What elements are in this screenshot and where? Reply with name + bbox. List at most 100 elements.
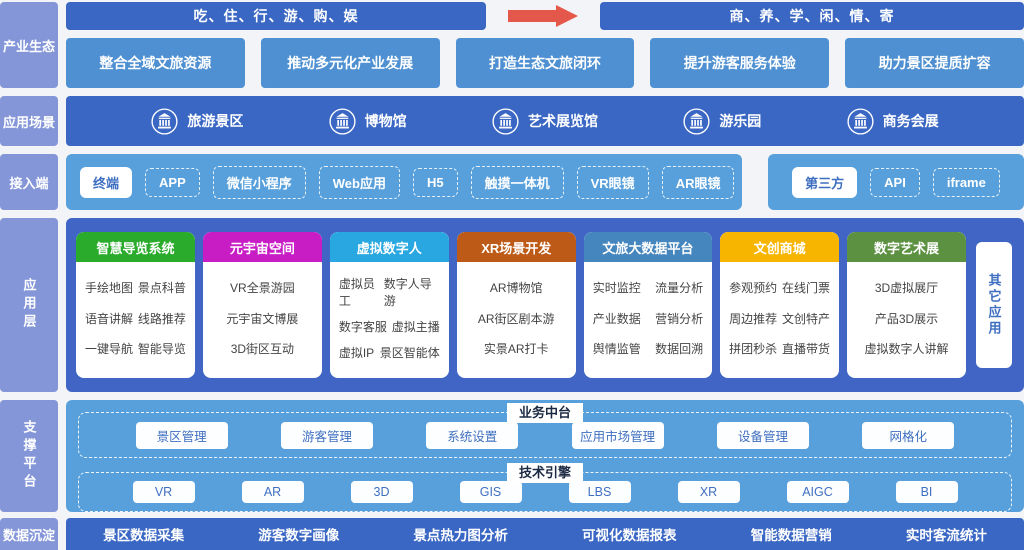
goal-box: 推动多元化产业发展	[261, 38, 440, 88]
right-arrow-icon	[508, 5, 578, 27]
access-option-pill: APP	[145, 168, 200, 197]
third-party-panel: 第三方 API iframe	[768, 154, 1024, 210]
app-card-item: 实时监控	[593, 279, 641, 296]
app-card-xr-scene: XR场景开发 AR博物馆 AR街区剧本游 实景AR打卡	[457, 232, 576, 378]
application-layer-panel: 智慧导览系统 手绘地图景点科普 语音讲解线路推荐 一键导航智能导览 元宇宙空间 …	[66, 218, 1024, 392]
app-card-body: 手绘地图景点科普 语音讲解线路推荐 一键导航智能导览	[76, 262, 195, 378]
app-card-item: 景区智能体	[380, 344, 440, 361]
app-card-item: 流量分析	[655, 279, 703, 296]
business-chip: 网格化	[862, 422, 954, 449]
app-card-title: 文旅大数据平台	[584, 232, 712, 262]
app-card-item: 参观预约	[729, 279, 777, 296]
tech-chip: 3D	[351, 481, 413, 503]
data-item: 实时客流统计	[906, 524, 987, 544]
tech-chip: BI	[896, 481, 958, 503]
app-card-body: AR博物馆 AR街区剧本游 实景AR打卡	[457, 262, 576, 378]
scene-item: 艺术展览馆	[492, 108, 598, 135]
data-item: 景点热力图分析	[413, 524, 508, 544]
app-card-item: 数字人导游	[384, 275, 440, 309]
industry-goals-row: 整合全域文旅资源 推动多元化产业发展 打造生态文旅闭环 提升游客服务体验 助力景…	[66, 38, 1024, 88]
tech-chip: GIS	[460, 481, 522, 503]
app-card-item: 直播带货	[782, 340, 830, 357]
business-chip: 游客管理	[281, 422, 373, 449]
app-card-item: 在线门票	[782, 279, 830, 296]
app-card-item: 文创特产	[782, 310, 830, 327]
app-card-item: 3D街区互动	[212, 340, 313, 357]
access-option-pill: iframe	[933, 168, 1000, 197]
goal-box: 提升游客服务体验	[650, 38, 829, 88]
app-card-item: VR全景游园	[212, 279, 313, 296]
tech-chip: VR	[133, 481, 195, 503]
app-card-item: 拼团秒杀	[729, 340, 777, 357]
museum-building-icon	[683, 108, 710, 135]
app-card-body: 3D虚拟展厅 产品3D展示 虚拟数字人讲解	[847, 262, 966, 378]
scene-item: 博物馆	[329, 108, 407, 135]
business-middle-platform-label: 业务中台	[507, 403, 583, 423]
rail-access-layer: 接入端	[0, 154, 58, 210]
app-card-metaverse: 元宇宙空间 VR全景游园 元宇宙文博展 3D街区互动	[203, 232, 322, 378]
app-card-big-data: 文旅大数据平台 实时监控流量分析 产业数据营销分析 舆情监管数据回溯	[584, 232, 712, 378]
access-option-pill: VR眼镜	[577, 166, 649, 199]
scene-label: 旅游景区	[187, 111, 243, 131]
museum-building-icon	[492, 108, 519, 135]
business-chip: 设备管理	[717, 422, 809, 449]
terminal-pill: 终端	[80, 167, 132, 198]
app-card-body: VR全景游园 元宇宙文博展 3D街区互动	[203, 262, 322, 378]
business-middle-platform: 业务中台 景区管理 游客管理 系统设置 应用市场管理 设备管理 网格化	[78, 412, 1012, 458]
scene-item: 旅游景区	[151, 108, 243, 135]
app-card-item: 实景AR打卡	[466, 340, 567, 357]
museum-building-icon	[847, 108, 874, 135]
access-option-pill: 微信小程序	[213, 166, 306, 199]
tech-engine-label: 技术引擎	[507, 463, 583, 483]
app-card-item: 营销分析	[655, 310, 703, 327]
architecture-diagram: 产业生态 应用场景 接入端 应用层 支撑平台 数据沉淀 吃、住、行、游、购、娱 …	[0, 0, 1024, 550]
museum-building-icon	[329, 108, 356, 135]
data-item: 可视化数据报表	[582, 524, 677, 544]
scene-item: 商务会展	[847, 108, 939, 135]
rail-application-layer: 应用层	[0, 218, 58, 392]
app-card-virtual-human: 虚拟数字人 虚拟员工数字人导游 数字客服虚拟主播 虚拟IP景区智能体	[330, 232, 449, 378]
rail-data-precipitation: 数据沉淀	[0, 518, 58, 550]
access-layer-row: 终端 APP 微信小程序 Web应用 H5 触摸一体机 VR眼镜 AR眼镜 第三…	[66, 154, 1024, 210]
chain-bar-right: 商、养、学、闲、情、寄	[600, 2, 1024, 30]
app-card-item: 数据回溯	[655, 340, 703, 357]
scene-label: 商务会展	[883, 111, 939, 131]
goal-box: 打造生态文旅闭环	[456, 38, 635, 88]
app-card-title: 文创商城	[720, 232, 839, 262]
app-card-item: 元宇宙文博展	[212, 310, 313, 327]
app-card-item: 虚拟主播	[392, 318, 440, 335]
app-card-item: 周边推荐	[729, 310, 777, 327]
data-precipitation-bar: 景区数据采集 游客数字画像 景点热力图分析 可视化数据报表 智能数据营销 实时客…	[66, 518, 1024, 550]
application-scenes-bar: 旅游景区 博物馆 艺术展览馆 游乐园 商务会展	[66, 96, 1024, 146]
app-card-smart-guide: 智慧导览系统 手绘地图景点科普 语音讲解线路推荐 一键导航智能导览	[76, 232, 195, 378]
app-card-item: 语音讲解	[85, 310, 133, 327]
app-card-item: 手绘地图	[85, 279, 133, 296]
other-applications-box: 其它应用	[976, 242, 1012, 368]
chain-bar-left: 吃、住、行、游、购、娱	[66, 2, 486, 30]
access-option-pill: H5	[413, 168, 458, 197]
rail-support-platform: 支撑平台	[0, 400, 58, 512]
data-item: 智能数据营销	[751, 524, 832, 544]
app-card-item: 智能导览	[138, 340, 186, 357]
business-chip: 系统设置	[426, 422, 518, 449]
app-card-item: AR博物馆	[466, 279, 567, 296]
terminal-panel: 终端 APP 微信小程序 Web应用 H5 触摸一体机 VR眼镜 AR眼镜	[66, 154, 742, 210]
industry-chain-row: 吃、住、行、游、购、娱 商、养、学、闲、情、寄	[66, 2, 1024, 30]
app-card-item: 3D虚拟展厅	[856, 279, 957, 296]
app-card-item: AR街区剧本游	[466, 310, 567, 327]
app-card-item: 舆情监管	[593, 340, 641, 357]
app-card-item: 线路推荐	[138, 310, 186, 327]
app-card-item: 虚拟数字人讲解	[856, 340, 957, 357]
access-option-pill: Web应用	[319, 166, 400, 199]
transition-arrow-wrap	[486, 2, 600, 30]
third-party-pill: 第三方	[792, 167, 857, 198]
app-card-title: 元宇宙空间	[203, 232, 322, 262]
app-card-body: 参观预约在线门票 周边推荐文创特产 拼团秒杀直播带货	[720, 262, 839, 378]
access-option-pill: API	[870, 168, 920, 197]
app-card-title: 智慧导览系统	[76, 232, 195, 262]
data-item: 游客数字画像	[258, 524, 339, 544]
app-card-item: 景点科普	[138, 279, 186, 296]
rail-application-scenes: 应用场景	[0, 96, 58, 146]
support-platform-panel: 业务中台 景区管理 游客管理 系统设置 应用市场管理 设备管理 网格化 技术引擎…	[66, 400, 1024, 512]
app-card-item: 产品3D展示	[856, 310, 957, 327]
